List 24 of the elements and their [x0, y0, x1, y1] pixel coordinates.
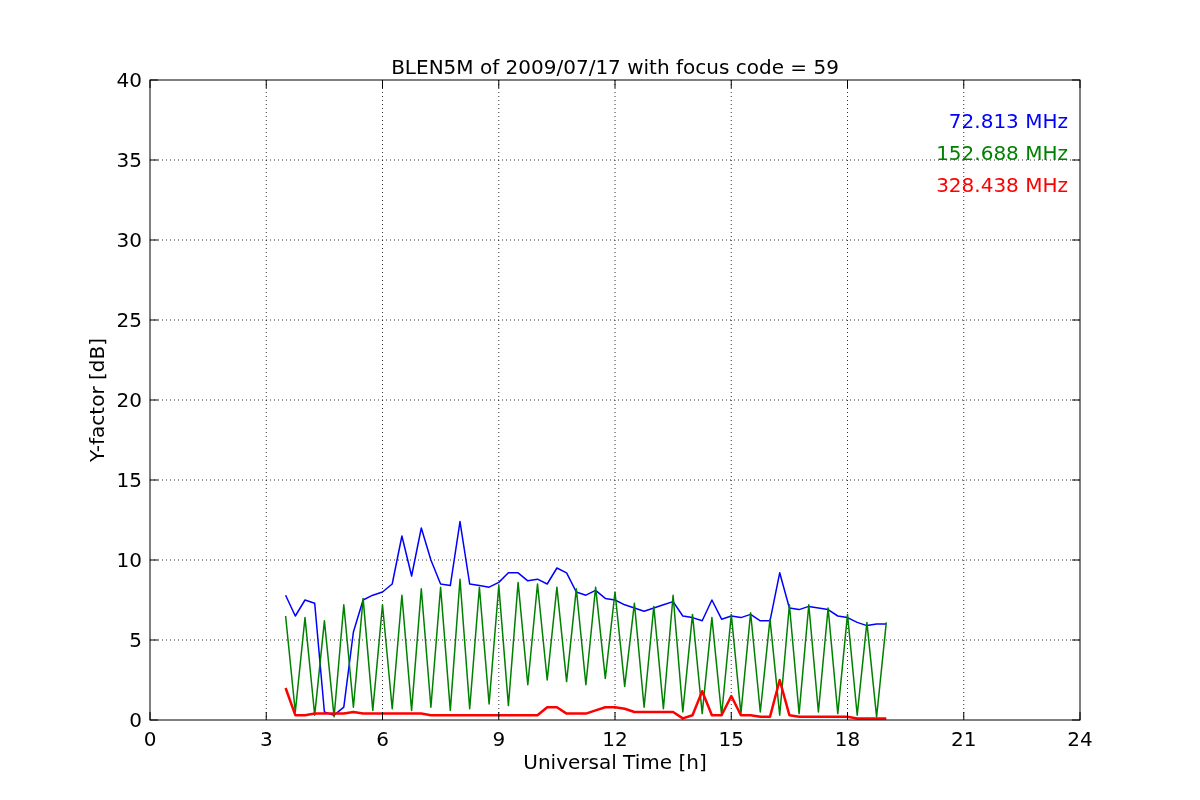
x-axis-label: Universal Time [h] — [523, 750, 707, 774]
y-tick-label: 20 — [116, 388, 142, 412]
y-tick-label: 0 — [129, 708, 142, 732]
x-tick-label: 9 — [492, 727, 506, 751]
y-tick-label: 25 — [116, 308, 142, 332]
y-tick-label: 10 — [116, 548, 142, 572]
legend-label: 152.688 MHz — [936, 141, 1068, 165]
y-tick-label: 40 — [116, 68, 142, 92]
x-tick-label: 18 — [834, 727, 861, 751]
y-tick-label: 5 — [129, 628, 142, 652]
y-axis-label: Y-factor [dB] — [85, 338, 109, 462]
legend-label: 328.438 MHz — [936, 173, 1068, 197]
x-tick-label: 15 — [718, 727, 744, 751]
legend-label: 72.813 MHz — [948, 109, 1068, 133]
x-tick-label: 24 — [1067, 727, 1093, 751]
x-tick-label: 3 — [259, 727, 273, 751]
chart-title: BLEN5M of 2009/07/17 with focus code = 59 — [391, 55, 839, 79]
y-tick-label: 35 — [116, 148, 142, 172]
y-tick-label: 15 — [116, 468, 142, 492]
y-tick-label: 30 — [116, 228, 142, 252]
x-tick-label: 6 — [376, 727, 389, 751]
x-tick-label: 12 — [602, 727, 628, 751]
x-tick-label: 21 — [951, 727, 977, 751]
x-tick-label: 0 — [143, 727, 157, 751]
